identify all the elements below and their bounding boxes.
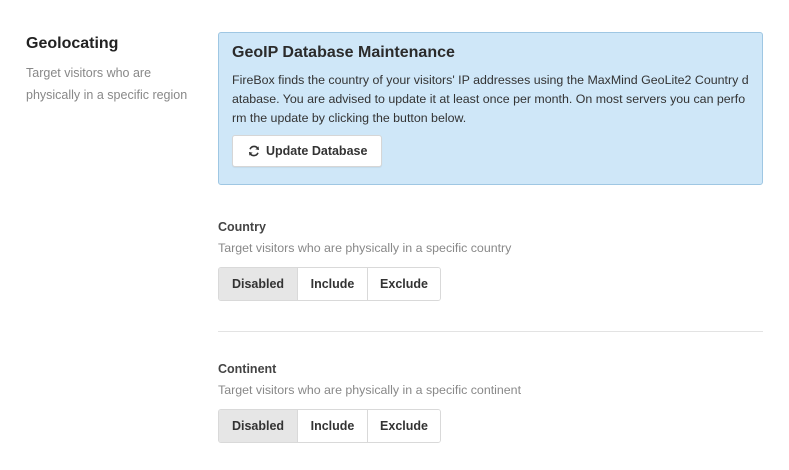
- update-database-button[interactable]: Update Database: [232, 135, 383, 167]
- continent-label: Continent: [218, 362, 277, 376]
- alert-text: FireBox finds the country of your visito…: [232, 73, 749, 125]
- country-description: Target visitors who are physically in a …: [218, 241, 512, 255]
- country-option-include[interactable]: Include: [298, 268, 368, 300]
- country-segmented-control: Disabled Include Exclude: [218, 267, 441, 301]
- continent-field: Continent Target visitors who are physic…: [218, 361, 521, 443]
- country-option-exclude[interactable]: Exclude: [368, 268, 440, 300]
- continent-description: Target visitors who are physically in a …: [218, 383, 522, 397]
- update-database-label: Update Database: [266, 144, 368, 158]
- geoip-maintenance-alert: GeoIP Database Maintenance FireBox finds…: [218, 32, 763, 185]
- section-description: Target visitors who are physically in a …: [26, 66, 188, 102]
- section-title: Geolocating: [26, 35, 119, 52]
- country-field: Country Target visitors who are physical…: [218, 219, 511, 301]
- continent-segmented-control: Disabled Include Exclude: [218, 409, 441, 443]
- section-content: GeoIP Database Maintenance FireBox finds…: [218, 32, 763, 443]
- country-label: Country: [218, 220, 266, 234]
- continent-option-disabled[interactable]: Disabled: [219, 410, 298, 442]
- section-sidebar: Geolocating Target visitors who are phys…: [26, 34, 206, 106]
- alert-title: GeoIP Database Maintenance: [232, 44, 455, 61]
- section-divider: [218, 331, 763, 332]
- continent-option-exclude[interactable]: Exclude: [368, 410, 440, 442]
- continent-option-include[interactable]: Include: [298, 410, 368, 442]
- refresh-icon: [248, 145, 260, 157]
- country-option-disabled[interactable]: Disabled: [219, 268, 298, 300]
